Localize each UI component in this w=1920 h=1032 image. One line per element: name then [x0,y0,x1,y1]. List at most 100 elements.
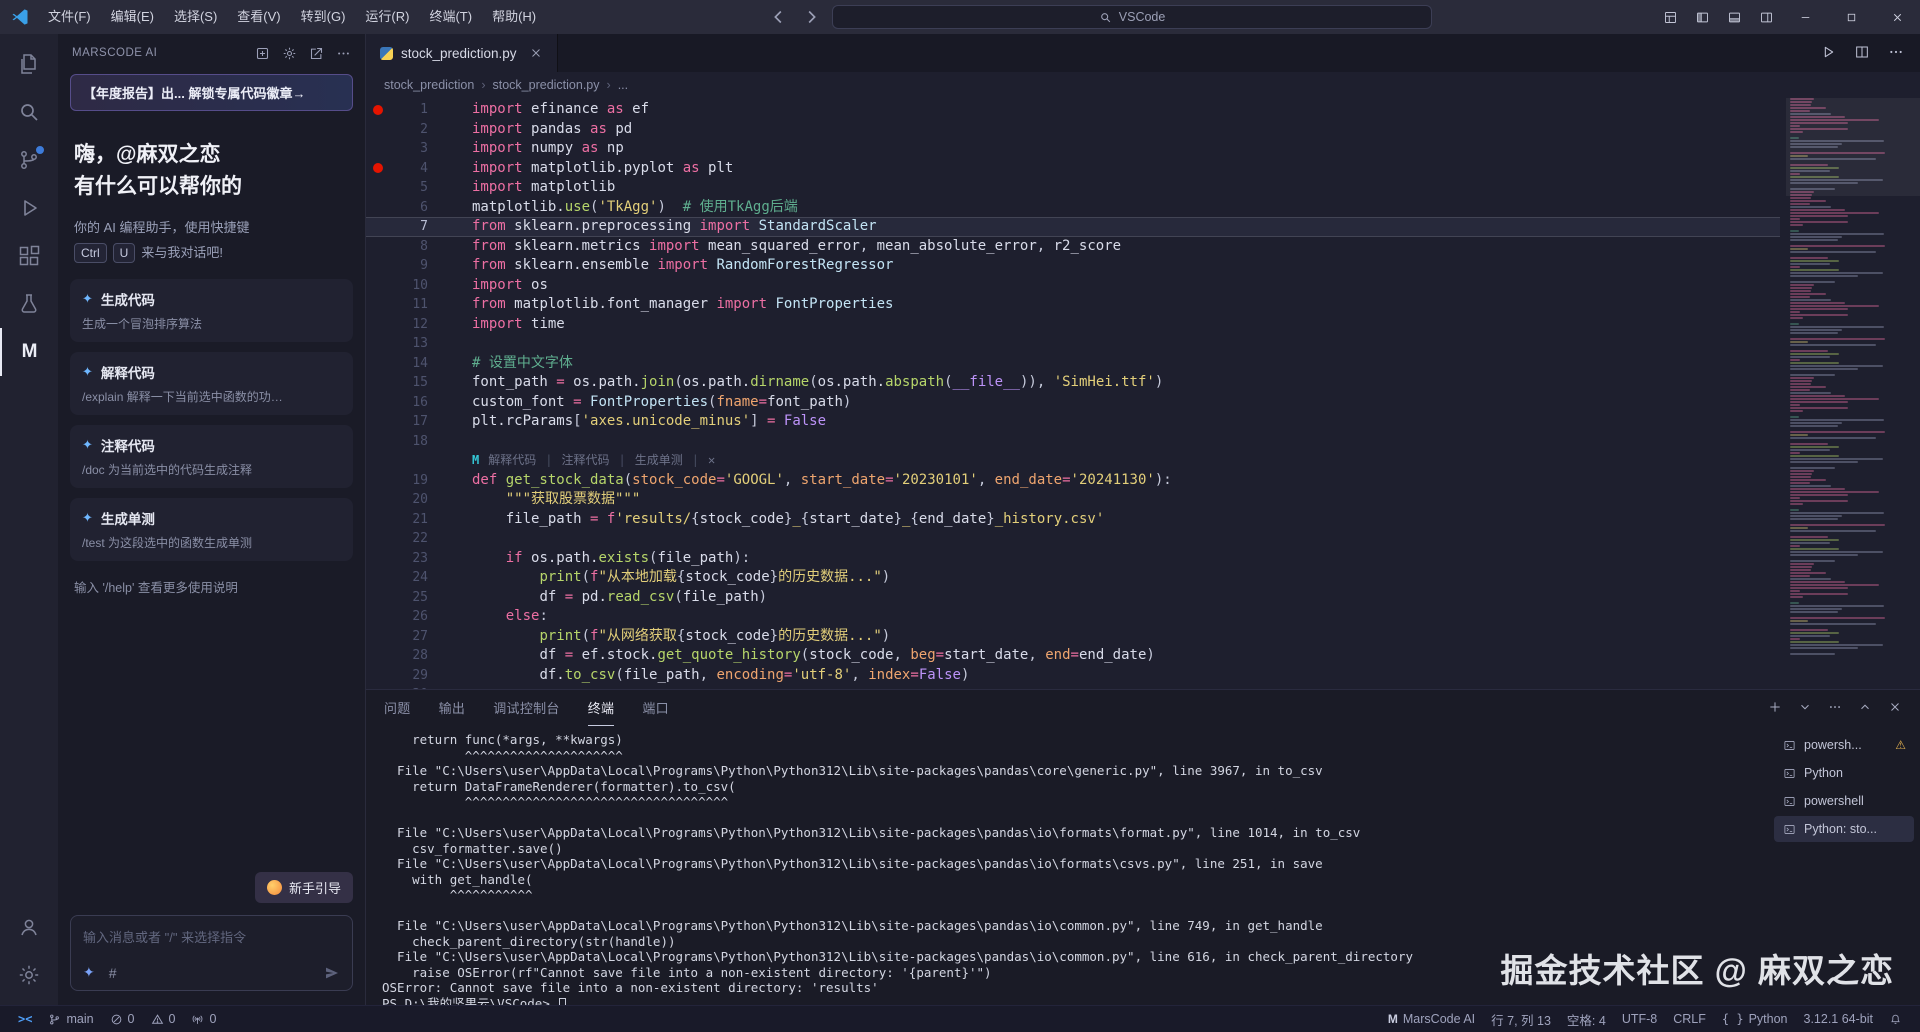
command-center-search[interactable]: VSCode [832,5,1432,29]
hint-close-icon[interactable]: ✕ [708,451,715,471]
promo-banner[interactable]: 【年度报告】出... 解锁专属代码徽章→ [70,74,353,111]
minimize-button[interactable] [1782,0,1828,34]
code-line[interactable]: 15font_path = os.path.join(os.path.dirna… [366,373,1780,393]
status-item[interactable]: main [40,1006,101,1032]
code-line[interactable]: 16custom_font = FontProperties(fname=fon… [366,393,1780,413]
panel-tab-问题[interactable]: 问题 [384,690,411,726]
code-line[interactable]: 23 if os.path.exists(file_path): [366,549,1780,569]
gutter[interactable]: 12 [366,315,450,335]
activity-extensions[interactable] [0,232,58,280]
gutter[interactable]: 4 [366,159,450,179]
sparkle-icon[interactable]: ✦ [83,964,95,981]
activity-settings[interactable] [0,951,58,999]
code-editor[interactable]: 1import efinance as ef2import pandas as … [366,98,1920,689]
chevron-down-button[interactable] [1798,700,1812,717]
code-line[interactable]: 22 [366,529,1780,549]
close-button[interactable] [1888,700,1902,717]
gutter[interactable]: 17 [366,412,450,432]
status-item[interactable]: 0 [102,1006,143,1032]
tab-close-icon[interactable] [529,46,543,60]
activity-marscode[interactable]: M [0,328,58,376]
code-line[interactable]: 8from sklearn.metrics import mean_square… [366,237,1780,257]
minimap[interactable] [1790,98,1912,689]
code-line[interactable]: 30 [366,685,1780,689]
ai-inline-hint[interactable]: M解释代码|注释代码|生成单测|✕ [366,451,1780,471]
terminal-session[interactable]: powersh...⚠ [1774,732,1914,758]
gutter[interactable]: 28 [366,646,450,666]
gutter[interactable]: 3 [366,139,450,159]
code-line[interactable]: 13 [366,334,1780,354]
minimap-viewport[interactable] [1786,98,1920,196]
hint-action[interactable]: 解释代码 [488,451,536,471]
terminal-session[interactable]: Python: sto... [1774,816,1914,842]
gutter[interactable]: 13 [366,334,450,354]
toggle-secondary-sidebar-button[interactable] [1750,0,1782,34]
hint-action[interactable]: 注释代码 [561,451,609,471]
back-icon[interactable] [768,6,790,28]
toggle-sidebar-button[interactable] [1686,0,1718,34]
run-button[interactable] [1820,44,1836,63]
activity-source-control[interactable] [0,136,58,184]
chevron-up-button[interactable] [1858,700,1872,717]
code-line[interactable]: 9from sklearn.ensemble import RandomFore… [366,256,1780,276]
split-editor-button[interactable] [1854,44,1870,63]
code-line[interactable]: 24 print(f"从本地加载{stock_code}的历史数据...") [366,568,1780,588]
menu-item[interactable]: 选择(S) [164,0,227,34]
gutter[interactable]: 14 [366,354,450,374]
code-line[interactable]: 19def get_stock_data(stock_code='GOOGL',… [366,471,1780,491]
gutter[interactable]: 10 [366,276,450,296]
status-item[interactable]: CRLF [1665,1006,1714,1032]
customize-layout-button[interactable] [1654,0,1686,34]
breadcrumb-item[interactable]: ... [618,78,628,92]
status-item[interactable]: UTF-8 [1614,1006,1665,1032]
gutter[interactable]: 27 [366,627,450,647]
menu-item[interactable]: 帮助(H) [482,0,546,34]
status-item[interactable]: 3.12.1 64-bit [1796,1006,1882,1032]
status-item[interactable]: { }Python [1714,1006,1796,1032]
forward-icon[interactable] [800,6,822,28]
gutter[interactable]: 5 [366,178,450,198]
chat-input[interactable]: 输入消息或者 "/" 来选择指令 ✦ # [70,915,353,991]
code-line[interactable]: 29 df.to_csv(file_path, encoding='utf-8'… [366,666,1780,686]
more-button[interactable] [1828,700,1842,717]
menu-item[interactable]: 终端(T) [419,0,482,34]
gutter[interactable]: 18 [366,432,450,452]
gutter[interactable]: 9 [366,256,450,276]
breakpoint-icon[interactable] [373,163,383,173]
code-line[interactable]: 3import numpy as np [366,139,1780,159]
panel-tab-端口[interactable]: 端口 [642,690,669,726]
code-line[interactable]: 25 df = pd.read_csv(file_path) [366,588,1780,608]
menu-item[interactable]: 运行(R) [355,0,419,34]
code-line[interactable]: 20 """获取股票数据""" [366,490,1780,510]
breakpoint-margin[interactable] [366,163,390,173]
more-icon[interactable] [336,46,351,61]
open-window-icon[interactable] [309,46,324,61]
activity-testing[interactable] [0,280,58,328]
code-line[interactable]: 10import os [366,276,1780,296]
status-item[interactable]: MMarsCode AI [1380,1006,1483,1032]
gutter[interactable]: 2 [366,120,450,140]
gutter[interactable]: 15 [366,373,450,393]
menu-item[interactable]: 编辑(E) [101,0,164,34]
onboarding-button[interactable]: 新手引导 [255,872,353,903]
code-line[interactable]: 11from matplotlib.font_manager import Fo… [366,295,1780,315]
code-line[interactable]: 12import time [366,315,1780,335]
gutter[interactable]: 11 [366,295,450,315]
hash-icon[interactable]: # [109,965,117,981]
breadcrumb-item[interactable]: stock_prediction.py [493,78,600,92]
more-button[interactable] [1888,44,1904,63]
activity-account[interactable] [0,903,58,951]
code-line[interactable]: 6matplotlib.use('TkAgg') # 使用TkAgg后端 [366,198,1780,218]
plus-button[interactable] [1768,700,1782,717]
panel-tab-输出[interactable]: 输出 [439,690,466,726]
maximize-button[interactable] [1828,0,1874,34]
close-button[interactable] [1874,0,1920,34]
activity-run-debug[interactable] [0,184,58,232]
gutter[interactable]: 1 [366,100,450,120]
activity-search[interactable] [0,88,58,136]
editor-tab[interactable]: stock_prediction.py [366,34,558,72]
gutter[interactable]: 22 [366,529,450,549]
menu-item[interactable]: 查看(V) [227,0,290,34]
code-area[interactable]: 1import efinance as ef2import pandas as … [366,98,1780,689]
status-item[interactable]: 0 [143,1006,184,1032]
